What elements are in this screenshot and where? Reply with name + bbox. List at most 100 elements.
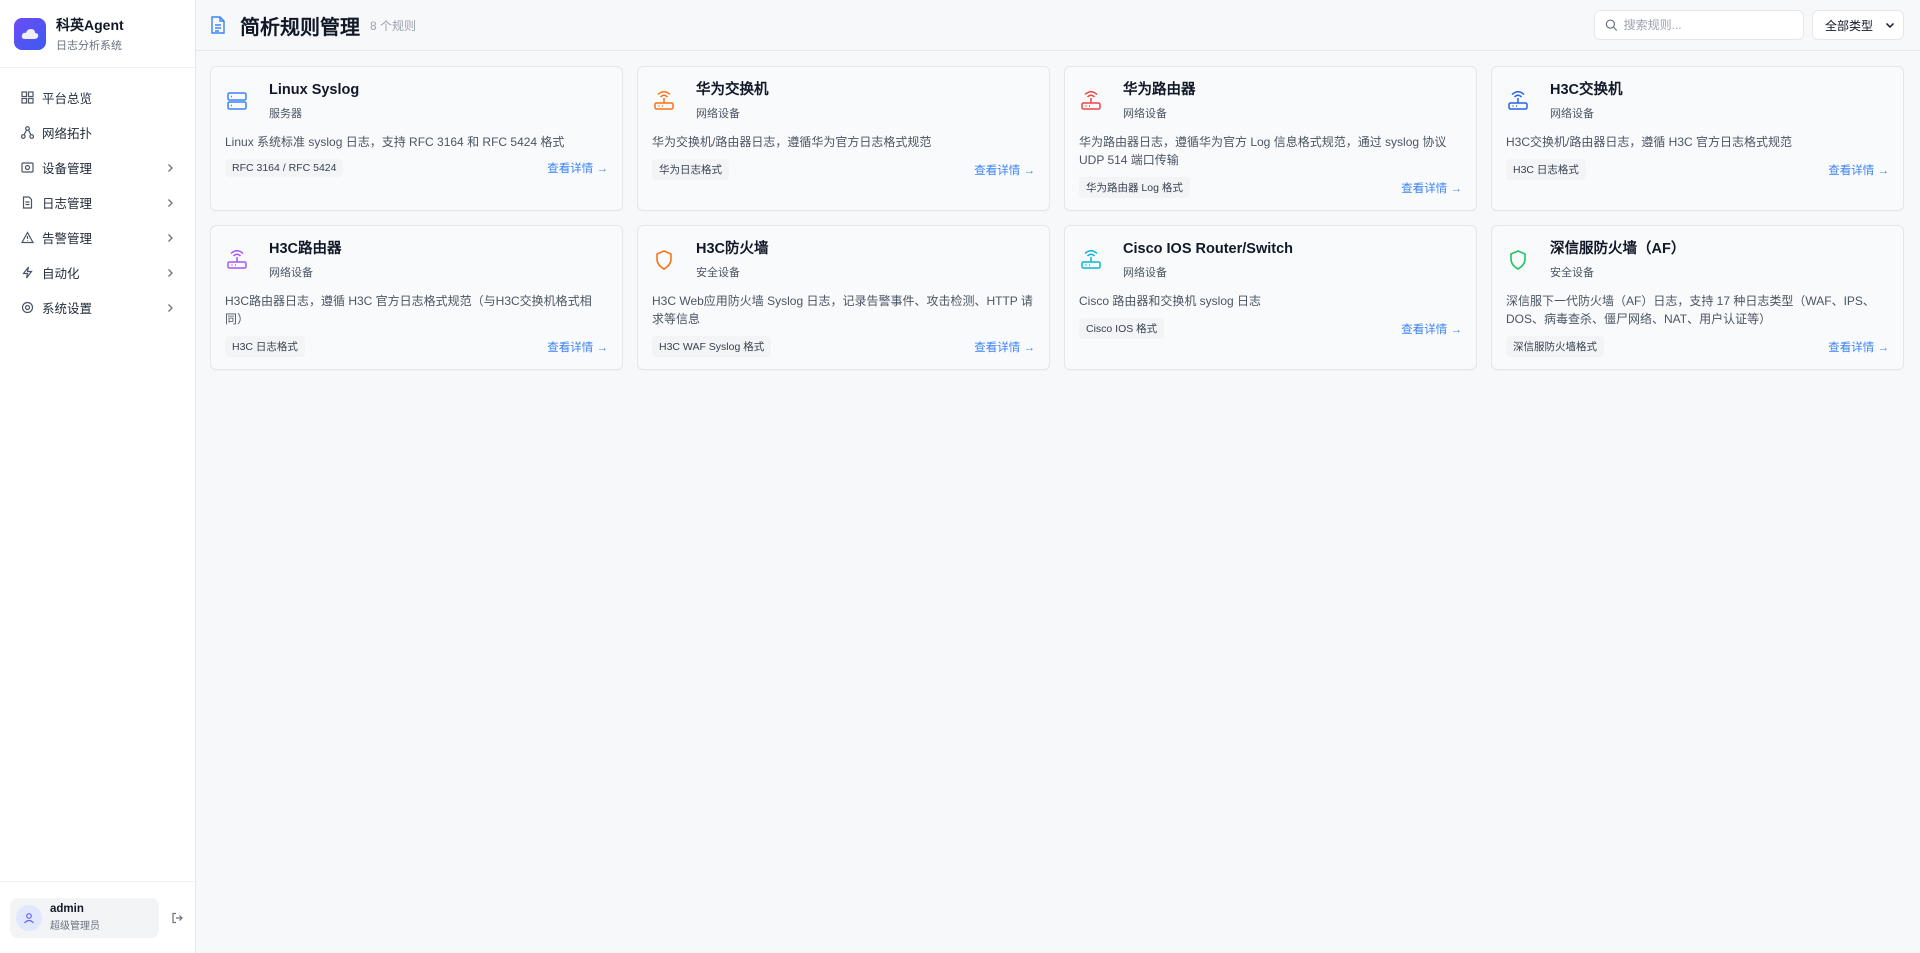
view-details-link[interactable]: 查看详情 → (1401, 180, 1462, 196)
rule-card[interactable]: Linux Syslog 服务器 Linux 系统标准 syslog 日志，支持… (210, 66, 623, 211)
chevron-right-icon (168, 268, 173, 277)
rule-card[interactable]: H3C交换机 网络设备 H3C交换机/路由器日志，遵循 H3C 官方日志格式规范… (1491, 66, 1904, 211)
sidebar-item-label: 系统设置 (42, 302, 93, 316)
view-details-link[interactable]: 查看详情 → (1401, 321, 1462, 337)
sidebar-item-label: 自动化 (42, 267, 80, 281)
router-wifi-icon (1079, 89, 1103, 113)
rule-type: 安全设备 (1550, 267, 1594, 279)
chevron-right-icon (168, 303, 173, 312)
sidebar-item-label: 网络拓扑 (42, 127, 93, 141)
rule-title: Linux Syslog (269, 82, 360, 98)
rule-card[interactable]: H3C路由器 网络设备 H3C路由器日志，遵循 H3C 官方日志格式规范（与H3… (210, 225, 623, 370)
rule-format-tag: 深信服防火墙格式 (1506, 336, 1604, 357)
alert-triangle-icon (20, 231, 34, 245)
view-details-link[interactable]: 查看详情 → (547, 339, 608, 355)
rule-count: 8 个规则 (370, 18, 417, 33)
rule-format-tag: Cisco IOS 格式 (1079, 318, 1165, 339)
sidebar-item-label: 告警管理 (42, 232, 93, 246)
view-details-link[interactable]: 查看详情 → (974, 339, 1035, 355)
lightning-icon (20, 266, 34, 280)
router-wifi-icon (1506, 89, 1530, 113)
rule-card[interactable]: H3C防火墙 安全设备 H3C Web应用防火墙 Syslog 日志，记录告警事… (637, 225, 1050, 370)
rule-type: 网络设备 (1123, 267, 1167, 279)
rule-type: 安全设备 (696, 267, 740, 279)
topbar: 简析规则管理 8 个规则 全部类型 (196, 0, 1920, 51)
rule-title: Cisco IOS Router/Switch (1123, 241, 1293, 257)
rule-type: 网络设备 (269, 267, 313, 279)
chevron-right-icon (168, 233, 173, 242)
rule-format-tag: 华为路由器 Log 格式 (1079, 177, 1190, 198)
rule-format-tag: H3C WAF Syslog 格式 (652, 336, 772, 357)
rule-format-tag: RFC 3164 / RFC 5424 (225, 159, 344, 177)
rule-title: 华为路由器 (1123, 82, 1196, 98)
rule-format-tag: H3C 日志格式 (1506, 159, 1586, 180)
dashboard-grid-icon (20, 91, 34, 105)
sidebar-item-settings[interactable]: 系统设置 (10, 290, 185, 325)
rule-title: 深信服防火墙（AF） (1550, 241, 1686, 257)
document-icon (20, 196, 34, 210)
rule-description: 华为交换机/路由器日志，遵循华为官方日志格式规范 (652, 135, 932, 149)
rule-card[interactable]: 华为交换机 网络设备 华为交换机/路由器日志，遵循华为官方日志格式规范 华为日志… (637, 66, 1050, 211)
sidebar-item-logs[interactable]: 日志管理 (10, 185, 185, 220)
sidebar: 科英Agent 日志分析系统 平台总览 网络拓扑 设备管理 日志管理 告警管理 … (0, 0, 196, 953)
router-wifi-icon (1079, 248, 1103, 272)
rule-title: H3C路由器 (269, 241, 342, 257)
content: Linux Syslog 服务器 Linux 系统标准 syslog 日志，支持… (196, 51, 1920, 385)
sidebar-item-alerts[interactable]: 告警管理 (10, 220, 185, 255)
rule-format-tag: 华为日志格式 (652, 159, 729, 180)
search-box[interactable] (1594, 10, 1804, 40)
rule-description: 华为路由器日志，遵循华为官方 Log 信息格式规范，通过 syslog 协议 U… (1079, 135, 1447, 167)
rule-card[interactable]: 深信服防火墙（AF） 安全设备 深信服下一代防火墙（AF）日志，支持 17 种日… (1491, 225, 1904, 370)
sidebar-item-label: 日志管理 (42, 197, 93, 211)
view-details-link[interactable]: 查看详情 → (1828, 339, 1889, 355)
rule-description: Linux 系统标准 syslog 日志，支持 RFC 3164 和 RFC 5… (225, 135, 565, 149)
shield-icon (1506, 248, 1530, 272)
rule-card[interactable]: 华为路由器 网络设备 华为路由器日志，遵循华为官方 Log 信息格式规范，通过 … (1064, 66, 1477, 211)
sidebar-item-overview[interactable]: 平台总览 (10, 80, 185, 115)
rule-description: H3C Web应用防火墙 Syslog 日志，记录告警事件、攻击检测、HTTP … (652, 294, 1033, 326)
cloud-icon (14, 17, 46, 50)
document-icon (210, 16, 228, 34)
device-icon (20, 161, 34, 175)
rule-description: H3C交换机/路由器日志，遵循 H3C 官方日志格式规范 (1506, 135, 1793, 149)
search-input[interactable] (1623, 18, 1793, 32)
sidebar-item-devices[interactable]: 设备管理 (10, 150, 185, 185)
user-role: 超级管理员 (50, 921, 100, 932)
server-icon (225, 89, 249, 113)
logout-icon[interactable] (169, 910, 185, 926)
user-card[interactable]: admin 超级管理员 (10, 897, 159, 938)
user-name: admin (50, 903, 84, 915)
network-topology-icon (20, 126, 34, 140)
brand-name: 科英Agent (56, 16, 124, 33)
rule-title: 华为交换机 (696, 82, 769, 98)
rule-description: Cisco 路由器和交换机 syslog 日志 (1079, 294, 1262, 308)
chevron-down-icon (1885, 22, 1895, 29)
rule-title: H3C防火墙 (696, 241, 769, 257)
user-icon (24, 912, 34, 923)
rule-title: H3C交换机 (1550, 82, 1623, 98)
sidebar-item-label: 平台总览 (42, 92, 93, 106)
sidebar-item-automation[interactable]: 自动化 (10, 255, 185, 290)
sidebar-item-topology[interactable]: 网络拓扑 (10, 115, 185, 150)
router-wifi-icon (652, 89, 676, 113)
type-filter-select[interactable]: 全部类型 (1812, 10, 1904, 40)
sidebar-item-label: 设备管理 (42, 162, 93, 176)
rule-type: 服务器 (269, 108, 302, 120)
rule-type: 网络设备 (1550, 108, 1594, 120)
view-details-link[interactable]: 查看详情 → (974, 162, 1035, 178)
search-icon (1605, 19, 1618, 31)
page-title: 简析规则管理 (240, 16, 360, 39)
shield-icon (652, 248, 676, 272)
rule-type: 网络设备 (696, 108, 740, 120)
type-filter-value: 全部类型 (1825, 18, 1874, 33)
rule-format-tag: H3C 日志格式 (225, 336, 305, 357)
brand-subtitle: 日志分析系统 (56, 39, 122, 52)
brand[interactable]: 科英Agent 日志分析系统 (0, 0, 195, 68)
main-area: 简析规则管理 8 个规则 全部类型 Linux Syslog 服务器 (196, 0, 1920, 953)
view-details-link[interactable]: 查看详情 → (547, 160, 608, 176)
gear-icon (20, 301, 34, 315)
view-details-link[interactable]: 查看详情 → (1828, 162, 1889, 178)
rule-card[interactable]: Cisco IOS Router/Switch 网络设备 Cisco 路由器和交… (1064, 225, 1477, 370)
user-area: admin 超级管理员 (0, 881, 195, 953)
sidebar-nav: 平台总览 网络拓扑 设备管理 日志管理 告警管理 自动化 系统设置 (0, 68, 195, 881)
